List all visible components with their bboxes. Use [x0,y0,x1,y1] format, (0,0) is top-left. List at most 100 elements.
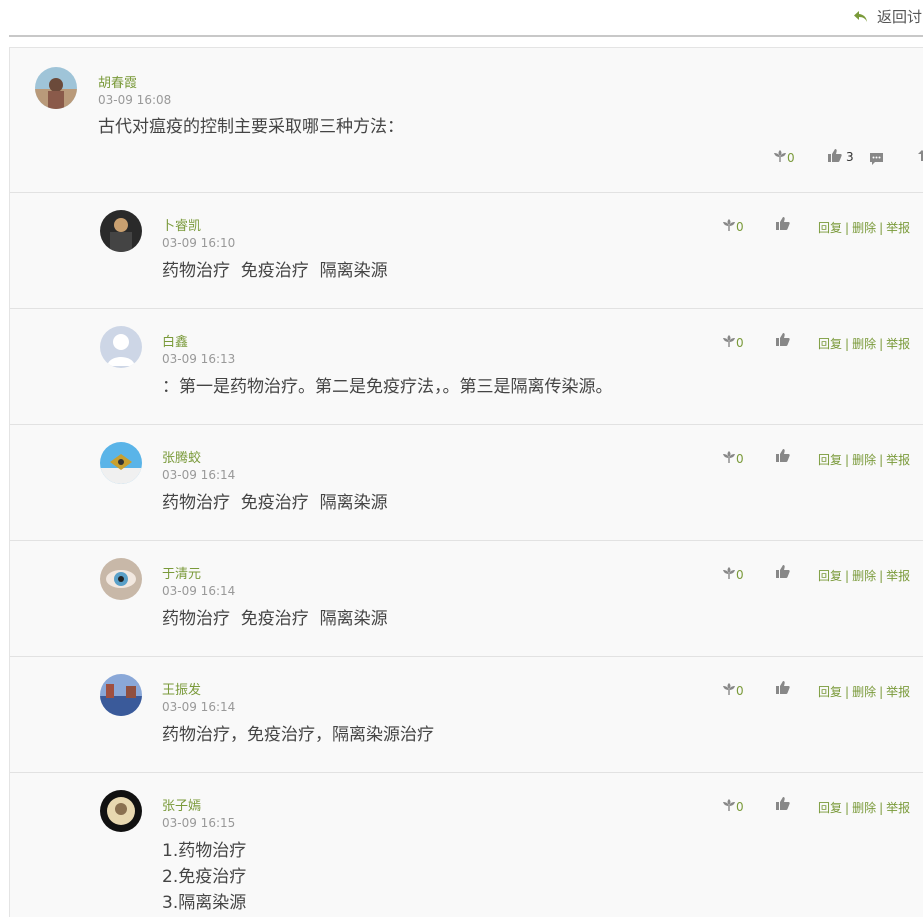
reply-content: ：第一是药物治疗。第二是免疫疗法，。第三是隔离传染源。 [162,374,613,400]
delete-link[interactable]: 删除 [852,453,876,467]
reply-author[interactable]: 白鑫 [162,331,188,350]
post-author[interactable]: 胡春霞 [98,72,137,91]
reply-time: 03-09 16:10 [162,236,236,250]
main-post: 胡春霞 03-09 16:08 古代对瘟疫的控制主要采取哪三种方法： 0 3 [10,48,923,193]
share-button[interactable] [918,149,923,166]
reply-like-button[interactable] [775,564,790,582]
reply-line: 3.隔离染源 [162,893,247,913]
reply-item: 卜睿凯 03-09 16:10 药物治疗 免疫治疗 隔离染源 0 回复 | 删除 | 举… [10,192,923,309]
reply-flower-button[interactable]: 0 [722,566,744,583]
reply-flower-button[interactable]: 0 [722,334,744,351]
avatar[interactable] [100,442,142,484]
reply-item: 于清元 03-09 16:14 药物治疗 免疫治疗 隔离染源 0 回复 | 删除 | 举… [10,540,923,657]
reply-line: 药物治疗 免疫治疗 隔离染源 [162,261,388,281]
report-link[interactable]: 举报 [886,221,910,235]
flower-icon [773,149,787,166]
reply-link[interactable]: 回复 [818,221,842,235]
avatar[interactable] [100,210,142,252]
reply-author[interactable]: 卜睿凯 [162,215,201,234]
reply-flower-button[interactable]: 0 [722,218,744,235]
report-link[interactable]: 举报 [886,801,910,815]
reply-line: 药物治疗，免疫治疗，隔离染源治疗 [162,725,434,745]
thumbs-up-icon [775,680,790,698]
reply-link[interactable]: 回复 [818,453,842,467]
thumbs-up-icon [775,216,790,234]
thumbs-up-icon [775,796,790,814]
reply-line: 1.药物治疗 [162,841,247,861]
report-link[interactable]: 举报 [886,337,910,351]
avatar[interactable] [35,67,77,109]
return-arrow-icon [853,9,869,25]
reply-content: 药物治疗 免疫治疗 隔离染源 [162,606,388,632]
reply-time: 03-09 16:14 [162,468,236,482]
reply-actions: 回复 | 删除 | 举报 [818,453,911,467]
avatar[interactable] [100,558,142,600]
reply-item: 张子嫣 03-09 16:15 1.药物治疗 2.免疫治疗 3.隔离染源 0 回… [10,772,923,922]
avatar[interactable] [100,674,142,716]
reply-link[interactable]: 回复 [818,569,842,583]
top-bar: 返回讨 [0,0,923,36]
reply-content: 1.药物治疗 2.免疫治疗 3.隔离染源 [162,838,246,916]
reply-actions: 回复 | 删除 | 举报 [818,337,911,351]
delete-link[interactable]: 删除 [852,569,876,583]
report-link[interactable]: 举报 [886,569,910,583]
reply-like-button[interactable] [775,796,790,814]
report-link[interactable]: 举报 [886,453,910,467]
discussion-panel: 胡春霞 03-09 16:08 古代对瘟疫的控制主要采取哪三种方法： 0 3 卜… [9,47,923,917]
comment-button[interactable] [869,152,884,169]
flower-icon [722,566,736,583]
delete-link[interactable]: 删除 [852,685,876,699]
reply-flower-button[interactable]: 0 [722,798,744,815]
reply-link[interactable]: 回复 [818,337,842,351]
flower-icon [722,798,736,815]
reply-flower-button[interactable]: 0 [722,450,744,467]
reply-author[interactable]: 王振发 [162,679,201,698]
reply-like-button[interactable] [775,332,790,350]
post-flower-button[interactable]: 0 [773,149,795,166]
reply-actions: 回复 | 删除 | 举报 [818,685,911,699]
reply-like-button[interactable] [775,216,790,234]
reply-author[interactable]: 张腾蛟 [162,447,201,466]
thumbs-up-icon [775,448,790,466]
reply-actions: 回复 | 删除 | 举报 [818,569,911,583]
reply-flower-button[interactable]: 0 [722,682,744,699]
post-like-button[interactable]: 3 [827,148,854,166]
reply-like-button[interactable] [775,448,790,466]
reply-like-button[interactable] [775,680,790,698]
post-flower-count: 0 [787,150,795,165]
post-time: 03-09 16:08 [98,93,172,107]
reply-content: 药物治疗 免疫治疗 隔离染源 [162,490,388,516]
reply-flower-count: 0 [736,335,744,350]
reply-content: 药物治疗 免疫治疗 隔离染源 [162,258,388,284]
reply-link[interactable]: 回复 [818,685,842,699]
avatar[interactable] [100,790,142,832]
flower-icon [722,682,736,699]
reply-line: 药物治疗 免疫治疗 隔离染源 [162,493,388,513]
delete-link[interactable]: 删除 [852,337,876,351]
reply-actions: 回复 | 删除 | 举报 [818,221,911,235]
reply-item: 王振发 03-09 16:14 药物治疗，免疫治疗，隔离染源治疗 0 回复 | 删除… [10,656,923,773]
reply-item: 张腾蛟 03-09 16:14 药物治疗 免疫治疗 隔离染源 0 回复 | 删除 | 举… [10,424,923,541]
reply-time: 03-09 16:14 [162,584,236,598]
share-arrow-icon [918,149,923,166]
flower-icon [722,334,736,351]
delete-link[interactable]: 删除 [852,221,876,235]
reply-item: 白鑫 03-09 16:13 ：第一是药物治疗。第二是免疫疗法，。第三是隔离传染… [10,308,923,425]
reply-time: 03-09 16:15 [162,816,236,830]
reply-line: 药物治疗 免疫治疗 隔离染源 [162,609,388,629]
comment-icon [869,152,884,169]
reply-author[interactable]: 张子嫣 [162,795,201,814]
thumbs-up-icon [775,332,790,350]
avatar[interactable] [100,326,142,368]
report-link[interactable]: 举报 [886,685,910,699]
reply-author[interactable]: 于清元 [162,563,201,582]
header-divider [9,35,923,37]
reply-time: 03-09 16:14 [162,700,236,714]
reply-link[interactable]: 回复 [818,801,842,815]
post-like-count: 3 [846,150,854,164]
delete-link[interactable]: 删除 [852,801,876,815]
reply-flower-count: 0 [736,567,744,582]
thumbs-up-icon [775,564,790,582]
reply-line: 2.免疫治疗 [162,867,247,887]
back-to-discussion-link[interactable]: 返回讨 [853,6,922,27]
